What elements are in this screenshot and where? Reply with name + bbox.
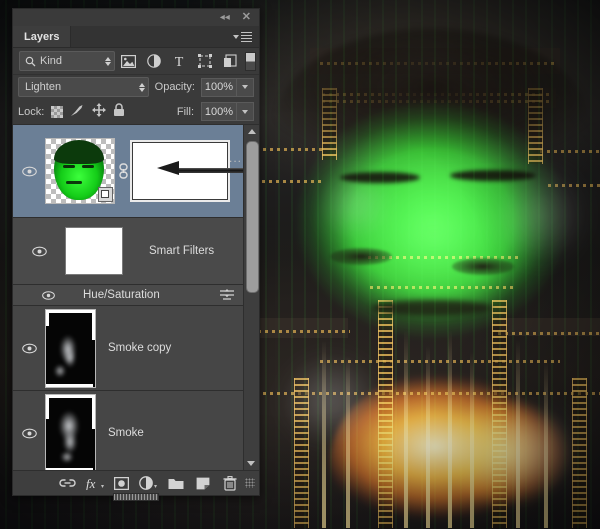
smart-filter-hue-saturation-row[interactable]: Hue/Saturation	[13, 285, 244, 306]
scrollbar-thumb[interactable]	[246, 141, 259, 293]
blend-mode-select[interactable]: Lighten	[18, 77, 149, 97]
new-group-folder-icon[interactable]	[162, 472, 189, 494]
filter-sliders-icon[interactable]	[210, 289, 244, 301]
filter-kind-select[interactable]: Kind	[19, 51, 116, 71]
eye-icon	[31, 246, 47, 256]
opacity-value[interactable]: 100%	[201, 77, 237, 97]
smart-object-badge-icon	[98, 187, 113, 202]
lock-label: Lock:	[18, 105, 45, 118]
layer-row-smoke[interactable]: Smoke	[13, 391, 244, 470]
add-layer-style-fx-icon[interactable]: fx	[81, 472, 108, 494]
close-x-icon[interactable]: ✕	[242, 12, 251, 23]
layers-panel[interactable]: ◂◂ ✕ Layers Kind T Lighten Opacity: 100%…	[12, 8, 260, 501]
layer-mask-thumbnail[interactable]	[130, 140, 259, 202]
layer-thumbnail[interactable]	[45, 393, 96, 470]
svg-text:T: T	[175, 55, 184, 68]
link-layers-icon[interactable]	[54, 472, 81, 494]
blend-mode-row[interactable]: Lighten Opacity: 100%	[13, 75, 259, 99]
layer-name: Smoke	[108, 427, 144, 439]
hue-saturation-label: Hue/Saturation	[83, 289, 160, 301]
smoke-thumbnail-art	[46, 309, 95, 387]
layers-panel-footer[interactable]: fx	[13, 470, 259, 495]
chevron-down-icon	[233, 34, 239, 39]
lock-row[interactable]: Lock: Fill: 100%	[13, 99, 259, 125]
panel-tabs[interactable]: Layers	[13, 26, 259, 48]
panel-bottom-resize-handle[interactable]	[113, 493, 159, 501]
smart-filters-row[interactable]: Smart Filters	[13, 218, 244, 285]
layer-list-scrollbar[interactable]	[243, 125, 259, 470]
smart-object-filter-icon[interactable]	[218, 50, 244, 72]
blend-mode-stepper-icon[interactable]	[138, 82, 145, 92]
smart-filters-visibility-toggle[interactable]	[13, 246, 65, 257]
new-layer-icon[interactable]	[189, 472, 216, 494]
layer-name: Smoke copy	[108, 342, 172, 354]
new-adjustment-layer-icon[interactable]	[135, 472, 162, 494]
filter-enable-toggle[interactable]	[245, 51, 257, 71]
lock-position-icon[interactable]	[92, 103, 107, 120]
eye-icon	[21, 343, 37, 353]
layer-visibility-toggle[interactable]	[13, 428, 45, 439]
panel-menu-button[interactable]	[233, 26, 259, 47]
layer-visibility-toggle[interactable]	[13, 343, 45, 354]
layer-row-selected-smart-object[interactable]: ...	[13, 125, 259, 218]
layer-row-smoke-copy[interactable]: Smoke copy	[13, 306, 244, 391]
adjustment-layers-filter-icon[interactable]	[141, 50, 167, 72]
layer-thumbnail[interactable]	[45, 308, 96, 388]
search-icon	[25, 56, 36, 66]
tab-layers[interactable]: Layers	[13, 26, 72, 47]
pixel-layers-filter-icon[interactable]	[115, 50, 141, 72]
scroll-down-arrow-icon[interactable]	[247, 461, 255, 466]
filter-kind-stepper-icon[interactable]	[105, 56, 112, 66]
photoshop-screenshot: ◂◂ ✕ Layers Kind T Lighten Opacity: 100%…	[0, 0, 600, 529]
filter-kind-label: Kind	[40, 55, 63, 67]
layer-filter-row[interactable]: Kind T	[13, 48, 259, 75]
layer-mask-link-icon[interactable]	[115, 163, 132, 179]
opacity-label: Opacity:	[154, 81, 195, 93]
tab-layers-label: Layers	[24, 30, 60, 43]
fill-value[interactable]: 100%	[201, 102, 237, 121]
hair-thumbnail-art	[54, 140, 104, 164]
layer-overflow-dots: ...	[228, 151, 242, 165]
smart-filters-label: Smart Filters	[149, 245, 215, 257]
hue-saturation-visibility-toggle[interactable]	[13, 290, 83, 300]
panel-resize-grip[interactable]	[245, 478, 255, 488]
lock-all-icon[interactable]	[113, 103, 125, 120]
eye-icon	[21, 428, 37, 438]
fill-label: Fill:	[176, 105, 194, 118]
lock-image-pixels-icon[interactable]	[70, 104, 85, 120]
svg-text:fx: fx	[86, 476, 96, 490]
eye-icon	[41, 290, 55, 300]
layer-visibility-toggle[interactable]	[13, 166, 45, 177]
opacity-dropdown-button[interactable]	[237, 77, 254, 97]
blend-mode-value: Lighten	[25, 81, 62, 93]
shape-layers-filter-icon[interactable]	[192, 50, 218, 72]
panel-menu-hamburger-icon	[241, 30, 252, 44]
panel-titlebar: ◂◂ ✕	[13, 9, 259, 26]
layer-list[interactable]: ... Smart Filters Hue/Saturation Smoke c…	[13, 125, 259, 470]
tab-empty-area	[71, 26, 233, 47]
lock-transparent-pixels-icon[interactable]	[51, 105, 64, 118]
type-layers-filter-icon[interactable]: T	[167, 50, 193, 72]
smoke-thumbnail-art	[46, 394, 95, 470]
eye-icon	[21, 166, 37, 176]
smart-filter-mask-thumbnail[interactable]	[65, 227, 123, 275]
fill-dropdown-button[interactable]	[237, 102, 254, 121]
layer-thumbnail[interactable]	[45, 138, 115, 204]
add-layer-mask-icon[interactable]	[108, 472, 135, 494]
scroll-up-arrow-icon[interactable]	[244, 125, 259, 138]
delete-layer-trash-icon[interactable]	[216, 472, 243, 494]
collapse-double-arrow-icon[interactable]: ◂◂	[220, 12, 230, 23]
